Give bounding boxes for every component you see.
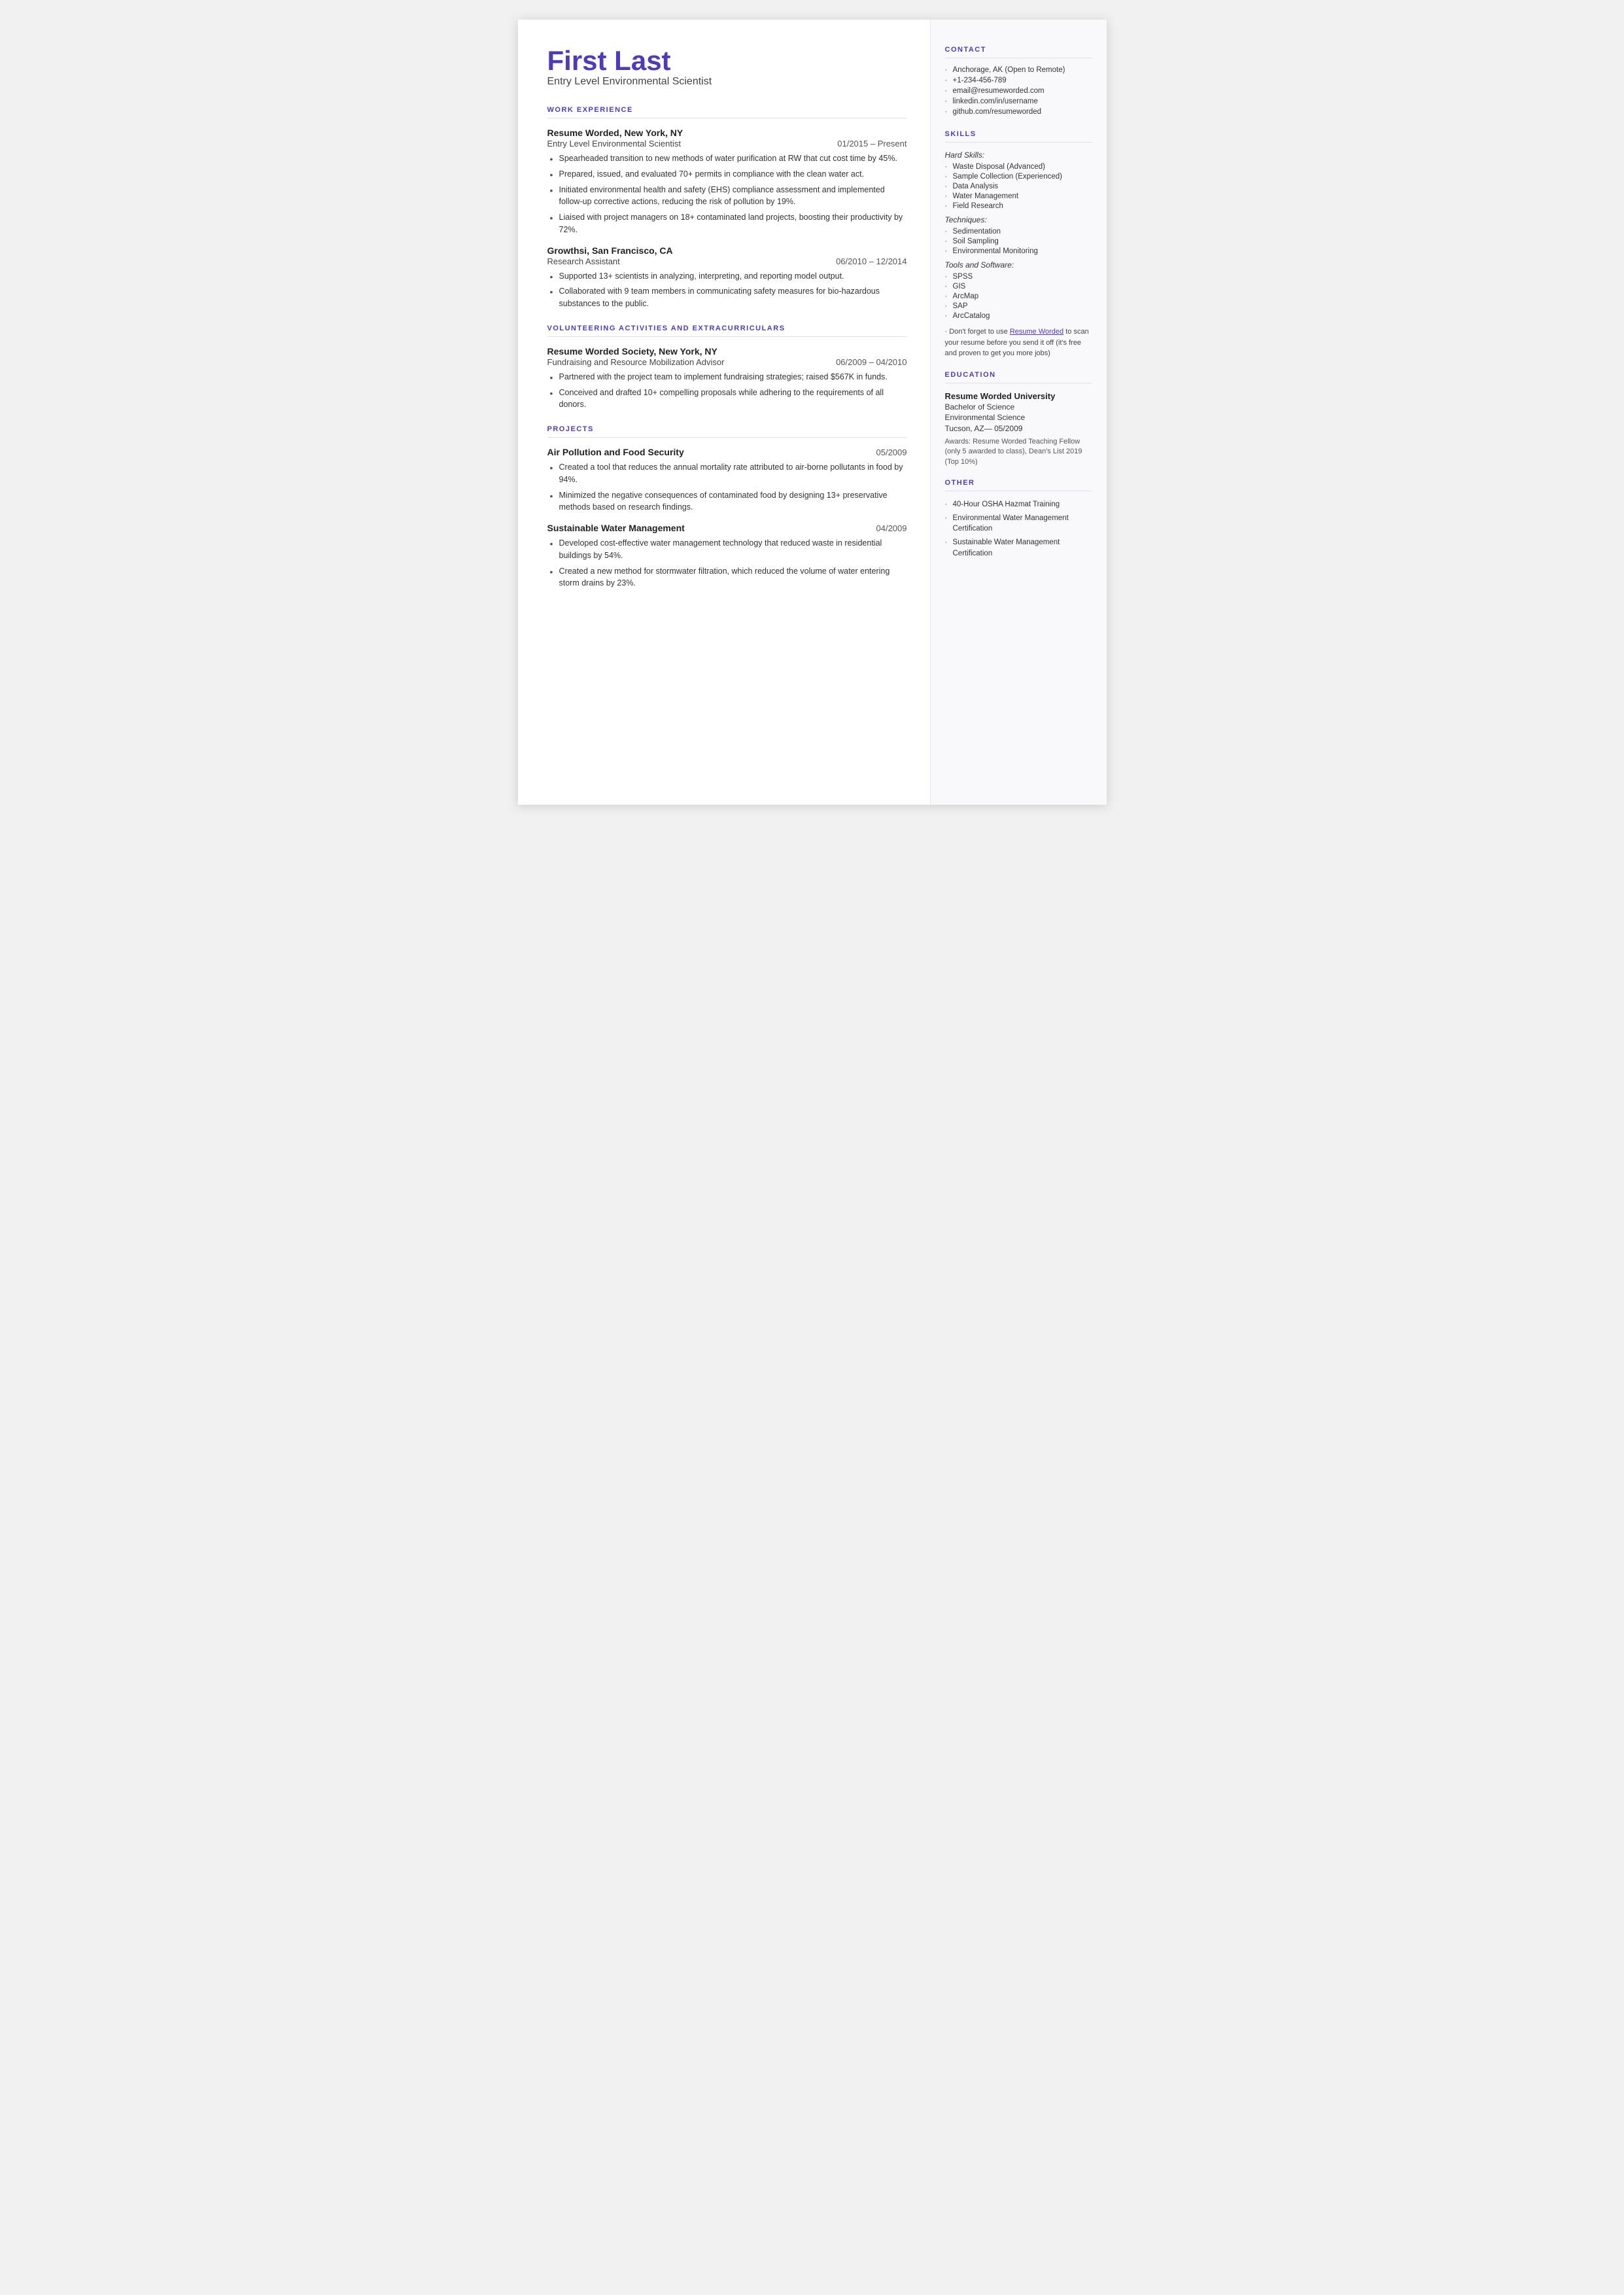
right-column: CONTACT Anchorage, AK (Open to Remote) +…: [930, 20, 1107, 805]
edu-awards: Awards: Resume Worded Teaching Fellow (o…: [945, 437, 1092, 467]
job-2-company: Growthsi, San Francisco, CA: [547, 245, 907, 256]
volunteering-header: VOLUNTEERING ACTIVITIES AND EXTRACURRICU…: [547, 324, 907, 332]
tools-list: SPSS GIS ArcMap SAP ArcCatalog: [945, 273, 1092, 320]
job-1-bullet-4: Liaised with project managers on 18+ con…: [547, 211, 907, 236]
skill-spss: SPSS: [945, 273, 1092, 281]
skill-data-analysis: Data Analysis: [945, 183, 1092, 190]
project-2-row: Sustainable Water Management 04/2009: [547, 523, 907, 533]
project-1-bullet-1: Created a tool that reduces the annual m…: [547, 461, 907, 486]
other-item-2: Environmental Water Management Certifica…: [945, 513, 1092, 534]
rw-promo: · Don't forget to use Resume Worded to s…: [945, 326, 1092, 359]
project-2: Sustainable Water Management 04/2009 Dev…: [547, 523, 907, 589]
project-2-date: 04/2009: [876, 523, 907, 533]
project-2-bullets: Developed cost-effective water managemen…: [547, 537, 907, 589]
job-1-title: Entry Level Environmental Scientist: [547, 139, 681, 149]
job-2: Growthsi, San Francisco, CA Research Ass…: [547, 245, 907, 310]
skill-water-management: Water Management: [945, 192, 1092, 200]
other-item-3: Sustainable Water Management Certificati…: [945, 537, 1092, 559]
job-2-bullet-2: Collaborated with 9 team members in comm…: [547, 285, 907, 310]
rw-promo-link[interactable]: Resume Worded: [1010, 328, 1063, 336]
hard-skills-list: Waste Disposal (Advanced) Sample Collect…: [945, 163, 1092, 210]
contact-email: email@resumeworded.com: [945, 87, 1092, 95]
hard-skills-label: Hard Skills:: [945, 150, 1092, 160]
volunteer-1-row: Fundraising and Resource Mobilization Ad…: [547, 357, 907, 367]
volunteer-1-title: Fundraising and Resource Mobilization Ad…: [547, 357, 725, 367]
volunteer-1-bullet-2: Conceived and drafted 10+ compelling pro…: [547, 387, 907, 412]
skill-env-monitoring: Environmental Monitoring: [945, 247, 1092, 255]
education-header: EDUCATION: [945, 371, 1092, 379]
contact-phone: +1-234-456-789: [945, 77, 1092, 84]
name-block: First Last Entry Level Environmental Sci…: [547, 46, 907, 88]
skill-soil-sampling: Soil Sampling: [945, 237, 1092, 245]
job-1-bullets: Spearheaded transition to new methods of…: [547, 152, 907, 236]
project-1: Air Pollution and Food Security 05/2009 …: [547, 447, 907, 514]
project-2-bullet-1: Developed cost-effective water managemen…: [547, 537, 907, 562]
skill-waste-disposal: Waste Disposal (Advanced): [945, 163, 1092, 171]
job-1-bullet-2: Prepared, issued, and evaluated 70+ perm…: [547, 168, 907, 181]
project-1-date: 05/2009: [876, 447, 907, 457]
contact-location: Anchorage, AK (Open to Remote): [945, 66, 1092, 74]
job-2-title: Research Assistant: [547, 256, 620, 266]
project-1-bullets: Created a tool that reduces the annual m…: [547, 461, 907, 514]
education-block-1: Resume Worded University Bachelor of Sci…: [945, 391, 1092, 468]
skill-arccatalog: ArcCatalog: [945, 312, 1092, 320]
job-2-row: Research Assistant 06/2010 – 12/2014: [547, 256, 907, 266]
job-title: Entry Level Environmental Scientist: [547, 76, 907, 88]
skills-divider: [945, 142, 1092, 143]
job-1-bullet-3: Initiated environmental health and safet…: [547, 184, 907, 209]
project-1-row: Air Pollution and Food Security 05/2009: [547, 447, 907, 457]
skill-arcmap: ArcMap: [945, 292, 1092, 300]
project-1-bullet-2: Minimized the negative consequences of c…: [547, 489, 907, 514]
projects-divider: [547, 437, 907, 438]
volunteer-1-dates: 06/2009 – 04/2010: [836, 357, 907, 367]
contact-header: CONTACT: [945, 46, 1092, 54]
skills-header: SKILLS: [945, 130, 1092, 138]
other-item-1: 40-Hour OSHA Hazmat Training: [945, 499, 1092, 510]
resume-page: First Last Entry Level Environmental Sci…: [518, 20, 1107, 805]
full-name: First Last: [547, 46, 907, 76]
job-1-dates: 01/2015 – Present: [837, 139, 907, 149]
skill-field-research: Field Research: [945, 202, 1092, 210]
volunteer-1: Resume Worded Society, New York, NY Fund…: [547, 346, 907, 411]
volunteering-divider: [547, 336, 907, 337]
project-2-title: Sustainable Water Management: [547, 523, 685, 533]
skill-gis: GIS: [945, 283, 1092, 290]
other-list: 40-Hour OSHA Hazmat Training Environment…: [945, 499, 1092, 559]
job-2-dates: 06/2010 – 12/2014: [836, 256, 907, 266]
tools-label: Tools and Software:: [945, 260, 1092, 270]
job-2-bullet-1: Supported 13+ scientists in analyzing, i…: [547, 270, 907, 283]
volunteer-1-bullets: Partnered with the project team to imple…: [547, 371, 907, 411]
job-1-bullet-1: Spearheaded transition to new methods of…: [547, 152, 907, 165]
project-1-title: Air Pollution and Food Security: [547, 447, 684, 457]
left-column: First Last Entry Level Environmental Sci…: [518, 20, 930, 805]
volunteer-1-company: Resume Worded Society, New York, NY: [547, 346, 907, 357]
contact-github: github.com/resumeworded: [945, 108, 1092, 116]
job-1: Resume Worded, New York, NY Entry Level …: [547, 128, 907, 236]
work-experience-header: WORK EXPERIENCE: [547, 106, 907, 114]
skill-sap: SAP: [945, 302, 1092, 310]
edu-location-date: Tucson, AZ— 05/2009: [945, 424, 1023, 433]
contact-list: Anchorage, AK (Open to Remote) +1-234-45…: [945, 66, 1092, 116]
projects-header: PROJECTS: [547, 425, 907, 433]
contact-linkedin: linkedin.com/in/username: [945, 97, 1092, 105]
job-2-bullets: Supported 13+ scientists in analyzing, i…: [547, 270, 907, 310]
skill-sample-collection: Sample Collection (Experienced): [945, 173, 1092, 181]
techniques-list: Sedimentation Soil Sampling Environmenta…: [945, 228, 1092, 255]
other-header: OTHER: [945, 479, 1092, 487]
job-1-company: Resume Worded, New York, NY: [547, 128, 907, 138]
project-2-bullet-2: Created a new method for stormwater filt…: [547, 565, 907, 590]
job-1-row: Entry Level Environmental Scientist 01/2…: [547, 139, 907, 149]
techniques-label: Techniques:: [945, 215, 1092, 224]
volunteer-1-bullet-1: Partnered with the project team to imple…: [547, 371, 907, 383]
edu-degree: Bachelor of ScienceEnvironmental Science…: [945, 402, 1092, 434]
skill-sedimentation: Sedimentation: [945, 228, 1092, 236]
edu-school-name: Resume Worded University: [945, 391, 1092, 401]
